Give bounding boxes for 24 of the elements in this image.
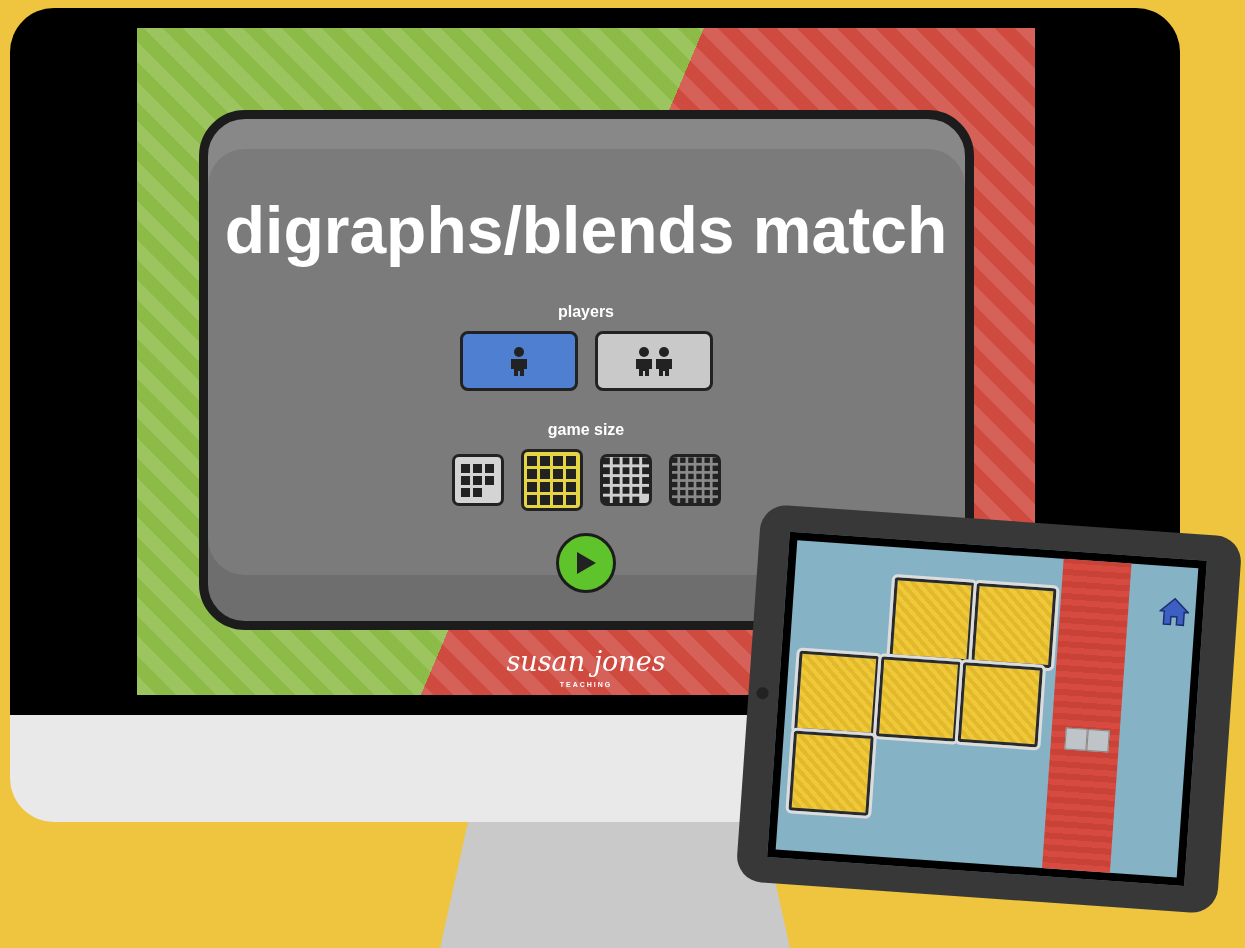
brand-logo: susan jones (506, 648, 666, 675)
section-label: players (557, 303, 614, 321)
grid-icon (602, 456, 649, 504)
small-tile[interactable] (1064, 727, 1088, 751)
two-people-icon (634, 346, 673, 376)
player-option-button[interactable] (594, 331, 713, 391)
memory-card[interactable] (957, 662, 1043, 748)
size-option-button[interactable] (599, 454, 652, 506)
size-option-button[interactable] (668, 454, 721, 506)
home-icon[interactable] (1158, 595, 1191, 628)
play-button[interactable] (556, 533, 616, 593)
small-tile[interactable] (1086, 728, 1110, 753)
size-option-button[interactable] (451, 454, 504, 506)
memory-card[interactable] (788, 730, 874, 816)
grid-icon (461, 463, 494, 497)
memory-card[interactable] (971, 582, 1057, 669)
memory-card[interactable] (889, 577, 975, 663)
player-option-button[interactable] (459, 331, 578, 391)
play-icon (575, 551, 597, 575)
person-icon (509, 346, 528, 376)
memory-card[interactable] (875, 656, 962, 742)
size-option-button[interactable] (520, 449, 583, 511)
section-label: game size (547, 421, 625, 439)
grid-icon (527, 455, 576, 505)
